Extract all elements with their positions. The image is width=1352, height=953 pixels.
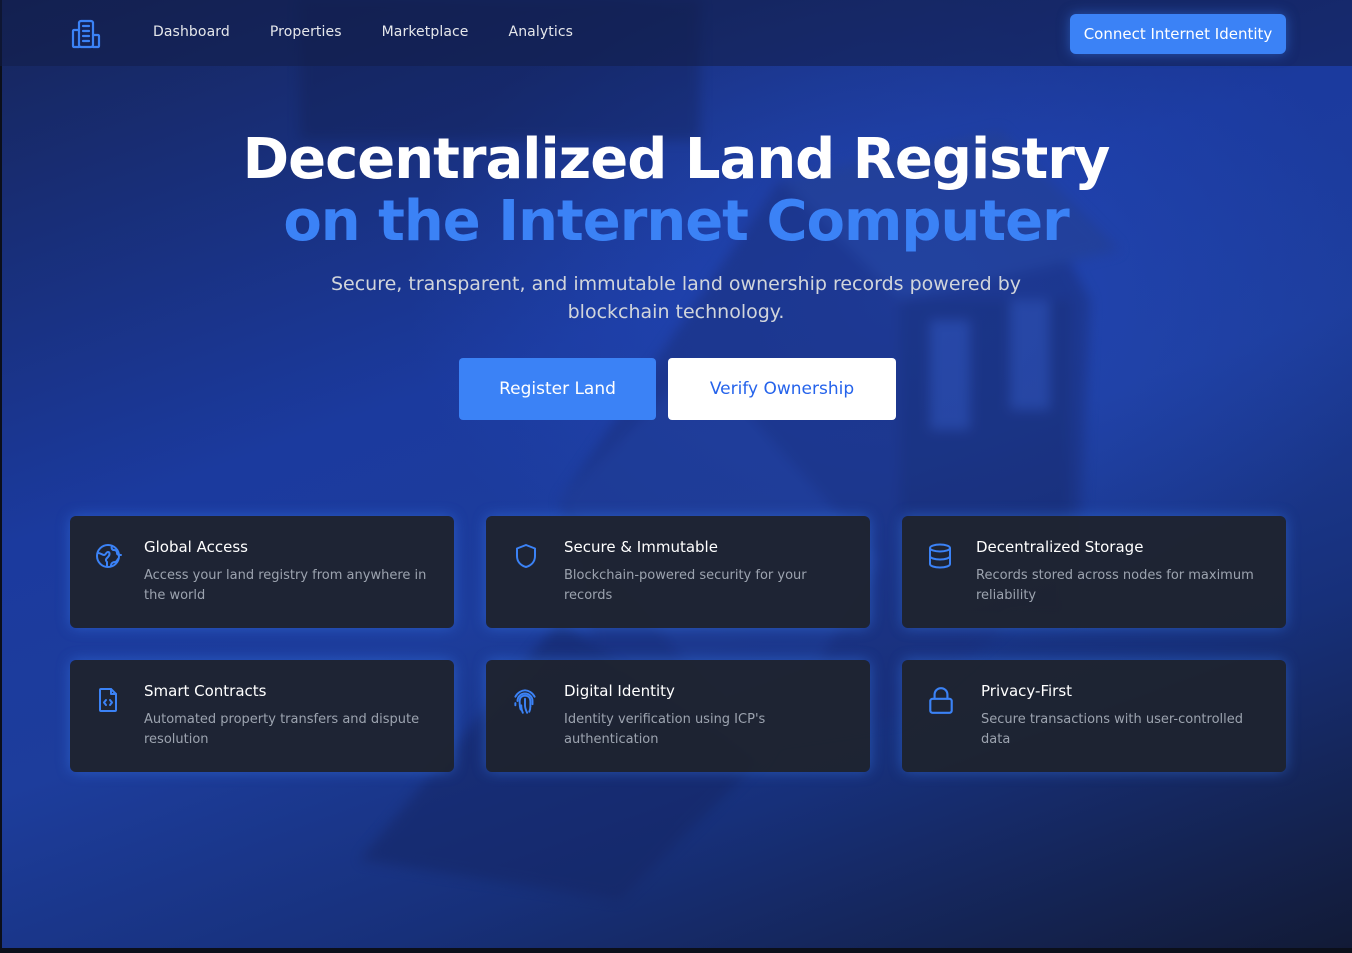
card-description: Secure transactions with user-controlled… — [981, 712, 1244, 747]
feature-card-identity: Digital Identity Identity verification u… — [486, 660, 870, 772]
card-description: Automated property transfers and dispute… — [144, 712, 420, 747]
shield-icon — [512, 542, 540, 570]
nav-properties[interactable]: Properties — [270, 24, 342, 40]
card-description: Access your land registry from anywhere … — [144, 568, 427, 603]
card-title: Digital Identity — [564, 682, 675, 700]
hero-description: Secure, transparent, and immutable land … — [330, 273, 1021, 323]
feature-card-storage: Decentralized Storage Records stored acr… — [902, 516, 1286, 628]
feature-card-smart-contracts: Smart Contracts Automated property trans… — [70, 660, 454, 772]
card-title: Decentralized Storage — [976, 538, 1144, 556]
hero-subtitle: on the Internet Computer — [283, 189, 1069, 254]
globe-icon — [94, 542, 122, 570]
nav-analytics[interactable]: Analytics — [509, 24, 573, 40]
top-navbar: Dashboard Properties Marketplace Analyti… — [0, 0, 1352, 66]
lock-icon — [926, 686, 954, 714]
feature-card-secure: Secure & Immutable Blockchain-powered se… — [486, 516, 870, 628]
feature-card-privacy: Privacy-First Secure transactions with u… — [902, 660, 1286, 772]
feature-card-global-access: Global Access Access your land registry … — [70, 516, 454, 628]
connect-identity-button[interactable]: Connect Internet Identity — [1070, 14, 1286, 54]
code-file-icon — [94, 686, 122, 714]
nav-dashboard[interactable]: Dashboard — [153, 24, 230, 40]
nav-marketplace[interactable]: Marketplace — [382, 24, 469, 40]
database-icon — [926, 542, 954, 570]
card-title: Secure & Immutable — [564, 538, 718, 556]
card-title: Privacy-First — [981, 682, 1073, 700]
hero-title: Decentralized Land Registry — [242, 127, 1111, 192]
card-description: Blockchain-powered security for your rec… — [564, 568, 807, 603]
card-description: Records stored across nodes for maximum … — [976, 568, 1254, 603]
main-nav: Dashboard Properties Marketplace Analyti… — [153, 24, 573, 40]
card-title: Global Access — [144, 538, 248, 556]
card-title: Smart Contracts — [144, 682, 267, 700]
page: Dashboard Properties Marketplace Analyti… — [0, 0, 1352, 953]
card-description: Identity verification using ICP's authen… — [564, 712, 766, 747]
verify-ownership-button[interactable]: Verify Ownership — [668, 358, 896, 420]
window-bottom-edge — [0, 948, 1352, 953]
building-icon[interactable] — [70, 18, 102, 50]
fingerprint-icon — [510, 686, 538, 714]
register-land-button[interactable]: Register Land — [459, 358, 656, 420]
